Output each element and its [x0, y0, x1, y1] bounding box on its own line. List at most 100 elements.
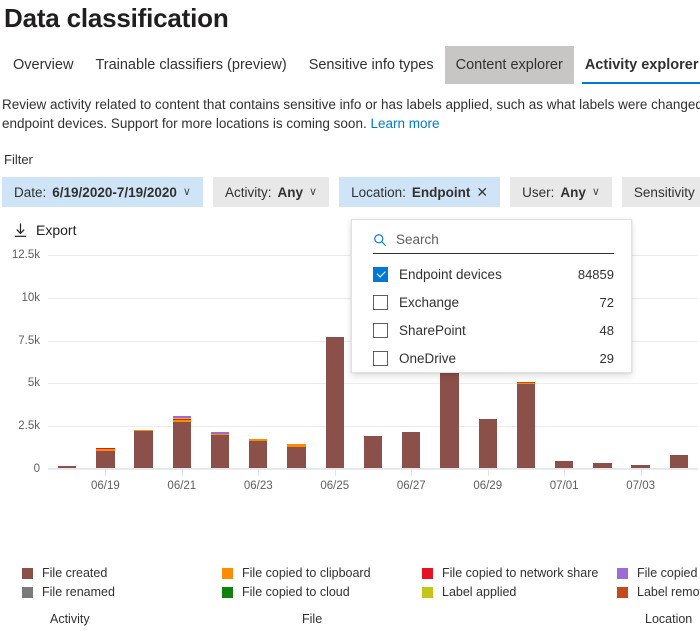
- filter-pill-value: Any: [560, 184, 586, 200]
- tab-activity-explorer[interactable]: Activity explorer: [574, 46, 700, 84]
- location-dropdown-panel: Search Endpoint devices 84859 Exchange 72 Sh…: [351, 219, 632, 373]
- chart-bar-segment: [402, 432, 421, 468]
- chart-bar[interactable]: [669, 455, 689, 468]
- dropdown-option-count: 48: [599, 322, 614, 338]
- filter-pill-location[interactable]: Location: Endpoint ✕: [339, 177, 501, 207]
- filter-label: Filter: [4, 152, 33, 167]
- export-button[interactable]: Export: [0, 219, 110, 241]
- search-icon: [374, 233, 387, 246]
- filter-pill-prefix: Sensitivity: [633, 184, 695, 200]
- filter-pill-row: Date: 6/19/2020-7/19/2020 ∨ Activity: Any ∨ Lo…: [0, 177, 700, 207]
- chart-bar-segment: [669, 455, 689, 468]
- learn-more-link[interactable]: Learn more: [370, 116, 439, 131]
- x-axis-line: [48, 468, 698, 469]
- tab-sensitive-info-types[interactable]: Sensitive info types: [298, 46, 445, 84]
- x-axis-tick-label: 06/27: [396, 480, 426, 492]
- checkbox-icon[interactable]: [373, 322, 388, 338]
- dropdown-option[interactable]: Exchange 72: [352, 288, 631, 316]
- tab-trainable-classifiers-preview[interactable]: Trainable classifiers (preview): [84, 46, 297, 84]
- chart-bar[interactable]: [402, 432, 421, 468]
- legend-label: File created: [42, 566, 108, 580]
- checkbox-icon[interactable]: [373, 350, 388, 366]
- chart-bar-segment: [478, 418, 497, 468]
- filter-pill-prefix: Location:: [351, 184, 406, 200]
- filter-pill-date[interactable]: Date: 6/19/2020-7/19/2020 ∨: [2, 177, 203, 207]
- y-axis-tick-label: 10k: [21, 291, 40, 304]
- legend-item[interactable]: File copied to cloud: [222, 585, 422, 599]
- dropdown-option-count: 72: [599, 294, 614, 310]
- chart-bar[interactable]: [210, 432, 230, 468]
- chart-bar[interactable]: [287, 444, 306, 468]
- chart-bar[interactable]: [363, 435, 383, 468]
- tab-overview[interactable]: Overview: [2, 46, 84, 84]
- chart-bar[interactable]: [96, 448, 115, 468]
- checkbox-icon[interactable]: [373, 294, 388, 310]
- chart-bar[interactable]: [134, 429, 153, 468]
- chart-bar[interactable]: [478, 418, 497, 468]
- dropdown-option[interactable]: OneDrive 29: [352, 344, 631, 372]
- x-axis-tick-label: 06/25: [320, 480, 350, 492]
- dropdown-option[interactable]: SharePoint 48: [352, 316, 631, 344]
- chart-bar-segment: [57, 465, 77, 468]
- filter-pill-activity[interactable]: Activity: Any ∨: [212, 177, 330, 207]
- legend-item[interactable]: File copied to network share: [422, 566, 617, 580]
- legend-swatch: [422, 567, 433, 579]
- chart-bar[interactable]: [516, 381, 536, 468]
- y-axis-tick-label: 2.5k: [18, 420, 40, 433]
- chart-bar[interactable]: [555, 460, 574, 468]
- chart-bar-segment: [96, 451, 115, 468]
- dropdown-option[interactable]: Endpoint devices 84859: [352, 260, 631, 288]
- legend-swatch: [222, 567, 233, 579]
- x-axis-tick: [487, 469, 489, 476]
- legend-item[interactable]: File copied to r: [617, 566, 700, 580]
- filter-pill-value: Any: [277, 184, 303, 200]
- chevron-down-icon[interactable]: ∨: [592, 186, 600, 198]
- filter-pill-sensitivity[interactable]: Sensitivity: [621, 177, 700, 207]
- chart-bar[interactable]: [57, 465, 77, 468]
- download-icon: [15, 223, 26, 237]
- x-axis-tick-label: 06/19: [90, 480, 120, 492]
- tab-bar: Overview Trainable classifiers (preview) S…: [0, 46, 700, 84]
- description-text: Review activity related to content that …: [2, 97, 700, 131]
- chart-bar[interactable]: [631, 465, 650, 468]
- y-axis-tick-label: 0: [33, 463, 40, 475]
- legend-label: File copied to r: [637, 566, 700, 580]
- y-axis-tick-label: 7.5k: [18, 334, 40, 347]
- chart-bar[interactable]: [325, 337, 344, 468]
- export-label: Export: [36, 222, 77, 238]
- chart-gridline: [48, 469, 698, 470]
- x-axis-tick-label: 07/01: [549, 480, 579, 492]
- chart-bar-segment: [593, 463, 612, 468]
- chart-bar-segment: [172, 421, 191, 468]
- filter-pill-prefix: User:: [522, 184, 555, 200]
- footer-column-activity: Activity: [50, 612, 90, 626]
- legend-swatch: [22, 567, 33, 579]
- x-axis-tick-label: 06/21: [167, 480, 197, 492]
- chevron-down-icon[interactable]: ∨: [183, 186, 191, 198]
- dropdown-search-row[interactable]: Search: [373, 232, 614, 254]
- legend-swatch: [222, 586, 233, 598]
- x-axis-tick: [640, 469, 642, 476]
- filter-pill-user[interactable]: User: Any ∨: [510, 177, 612, 207]
- chart-bar-segment: [555, 460, 574, 468]
- tab-content-explorer[interactable]: Content explorer: [444, 46, 574, 84]
- dropdown-option-label: OneDrive: [399, 350, 457, 366]
- x-axis-tick: [258, 469, 260, 476]
- legend-item[interactable]: Label removed: [617, 585, 700, 599]
- chart-bar[interactable]: [249, 439, 268, 468]
- legend-swatch: [617, 586, 628, 598]
- legend-item[interactable]: Label applied: [422, 585, 617, 599]
- x-axis-tick: [564, 469, 566, 476]
- chart-bar[interactable]: [593, 463, 612, 468]
- close-icon[interactable]: ✕: [476, 185, 488, 199]
- legend-item[interactable]: File copied to clipboard: [222, 566, 422, 580]
- chart-bar[interactable]: [172, 416, 191, 468]
- chevron-down-icon[interactable]: ∨: [309, 186, 317, 198]
- legend-item[interactable]: File renamed: [22, 585, 222, 599]
- activity-explorer-page: Data classification Overview Trainable cl…: [0, 0, 700, 631]
- legend-item[interactable]: File created: [22, 566, 222, 580]
- legend-swatch: [617, 567, 628, 579]
- checkbox-checked-icon[interactable]: [373, 266, 388, 282]
- page-description: Review activity related to content that …: [0, 95, 700, 133]
- dropdown-option-label: SharePoint: [399, 322, 466, 338]
